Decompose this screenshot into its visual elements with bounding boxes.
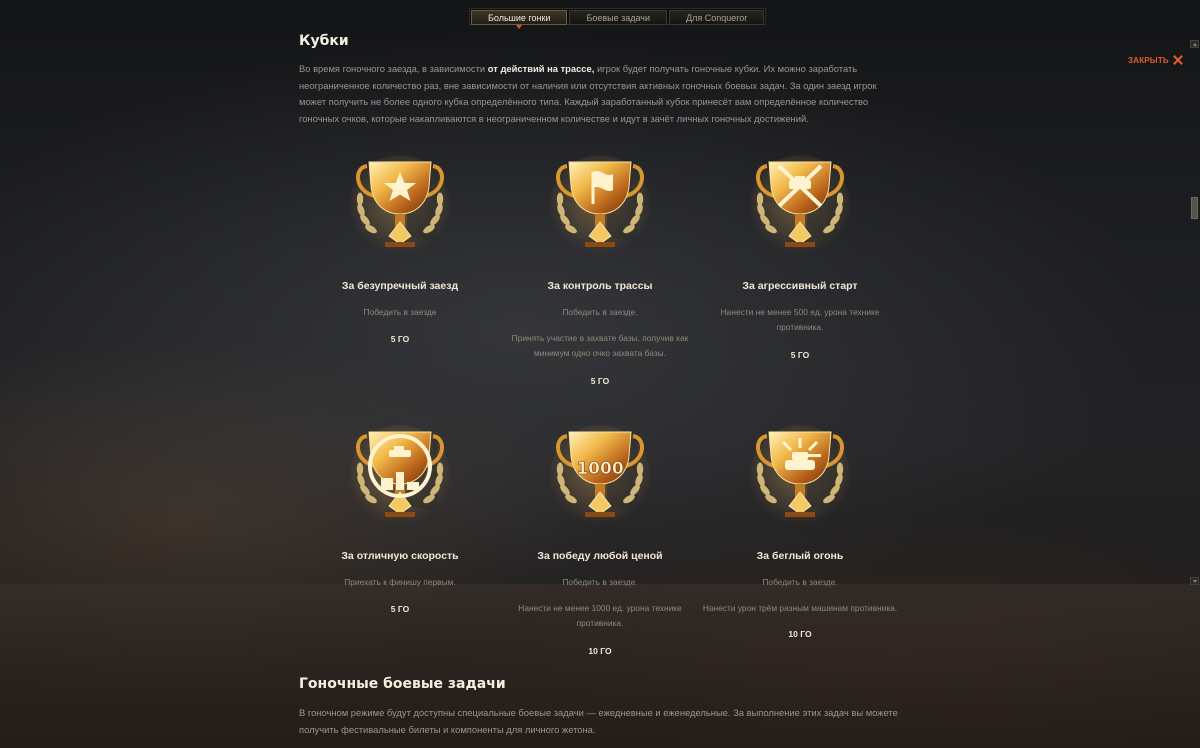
cup-card: 1000 За победу любой ценой Победить в за…: [500, 420, 700, 656]
tab-label: Для Conqueror: [686, 13, 748, 23]
close-icon: [1173, 55, 1183, 65]
missions-text: В гоночном режиме будут доступны специал…: [299, 707, 898, 735]
cup-description: Победить в заезде: [363, 307, 437, 317]
intro-text-bold: от действий на трассе,: [487, 63, 595, 74]
cup-points: 5 ГО: [590, 376, 610, 386]
cup-description: Нанести не менее 500 ед. урона технике п…: [720, 307, 880, 332]
trophy-badge-number: 1000: [576, 459, 623, 479]
active-tab-marker-icon: [516, 25, 523, 29]
scroll-up-arrow-icon[interactable]: [1190, 40, 1199, 48]
close-label: ЗАКРЫТЬ: [1128, 55, 1169, 65]
tab-label: Большие гонки: [488, 13, 551, 23]
cup-card: За агрессивный старт Нанести не менее 50…: [700, 150, 900, 360]
cup-description: Принять участие в захвате базы, получив …: [511, 333, 689, 358]
cup-card: За беглый огонь Победить в заезде. Нанес…: [700, 420, 900, 639]
cup-points: 5 ГО: [790, 350, 810, 360]
cup-name: За победу любой ценой: [537, 550, 663, 562]
tank-trophy-icon: [748, 423, 852, 527]
intro-text-start: Во время гоночного заезда, в зависимости: [299, 63, 488, 74]
section-title-cups: Кубки: [299, 33, 349, 49]
crossed-shells-trophy-icon: [748, 153, 852, 257]
cup-description: Нанести урон трём разным машинам противн…: [702, 603, 898, 613]
cup-card: За отличную скорость Приехать к финишу п…: [300, 420, 500, 614]
scroll-down-arrow-icon[interactable]: [1190, 577, 1199, 585]
cup-description: Победить в заезде.: [562, 307, 638, 317]
cups-intro-text: Во время гоночного заезда, в зависимости…: [299, 61, 899, 127]
cup-description: Приехать к финишу первым.: [344, 577, 456, 587]
section-title-missions: Гоночные боевые задачи: [299, 676, 506, 692]
tab-label: Боевые задачи: [586, 13, 651, 23]
scroll-thumb[interactable]: [1191, 197, 1198, 219]
cup-name: За безупречный заезд: [341, 280, 459, 292]
flag-trophy-icon: [548, 153, 652, 257]
cup-points: 5 ГО: [390, 334, 410, 344]
cup-name: За агрессивный старт: [742, 280, 858, 292]
cup-points: 10 ГО: [788, 629, 812, 639]
cup-description: Победить в заезде.: [562, 577, 638, 587]
cup-points: 5 ГО: [390, 604, 410, 614]
cup-name: За отличную скорость: [341, 550, 459, 562]
cup-name: За беглый огонь: [756, 550, 844, 562]
close-button[interactable]: ЗАКРЫТЬ: [1128, 55, 1183, 65]
tab-missions[interactable]: Боевые задачи: [569, 10, 668, 25]
tab-conqueror[interactable]: Для Conqueror: [669, 10, 765, 25]
cup-description: Победить в заезде.: [762, 577, 838, 587]
cup-card: За контроль трассы Победить в заезде. Пр…: [500, 150, 700, 386]
cup-card: За безупречный заезд Победить в заезде 5…: [300, 150, 500, 344]
cup-points: 10 ГО: [588, 646, 612, 656]
cup-name: За контроль трассы: [547, 280, 653, 292]
cup-description: Нанести не менее 1000 ед. урона технике …: [518, 603, 682, 628]
scrollbar[interactable]: [1190, 40, 1200, 585]
tab-bar: Большие гонки Боевые задачи Для Conquero…: [469, 8, 767, 29]
tab-big-races[interactable]: Большие гонки: [471, 10, 568, 29]
podium-trophy-icon: [348, 423, 452, 527]
star-trophy-icon: [348, 153, 452, 257]
number-1000-trophy-icon: 1000: [548, 423, 652, 527]
